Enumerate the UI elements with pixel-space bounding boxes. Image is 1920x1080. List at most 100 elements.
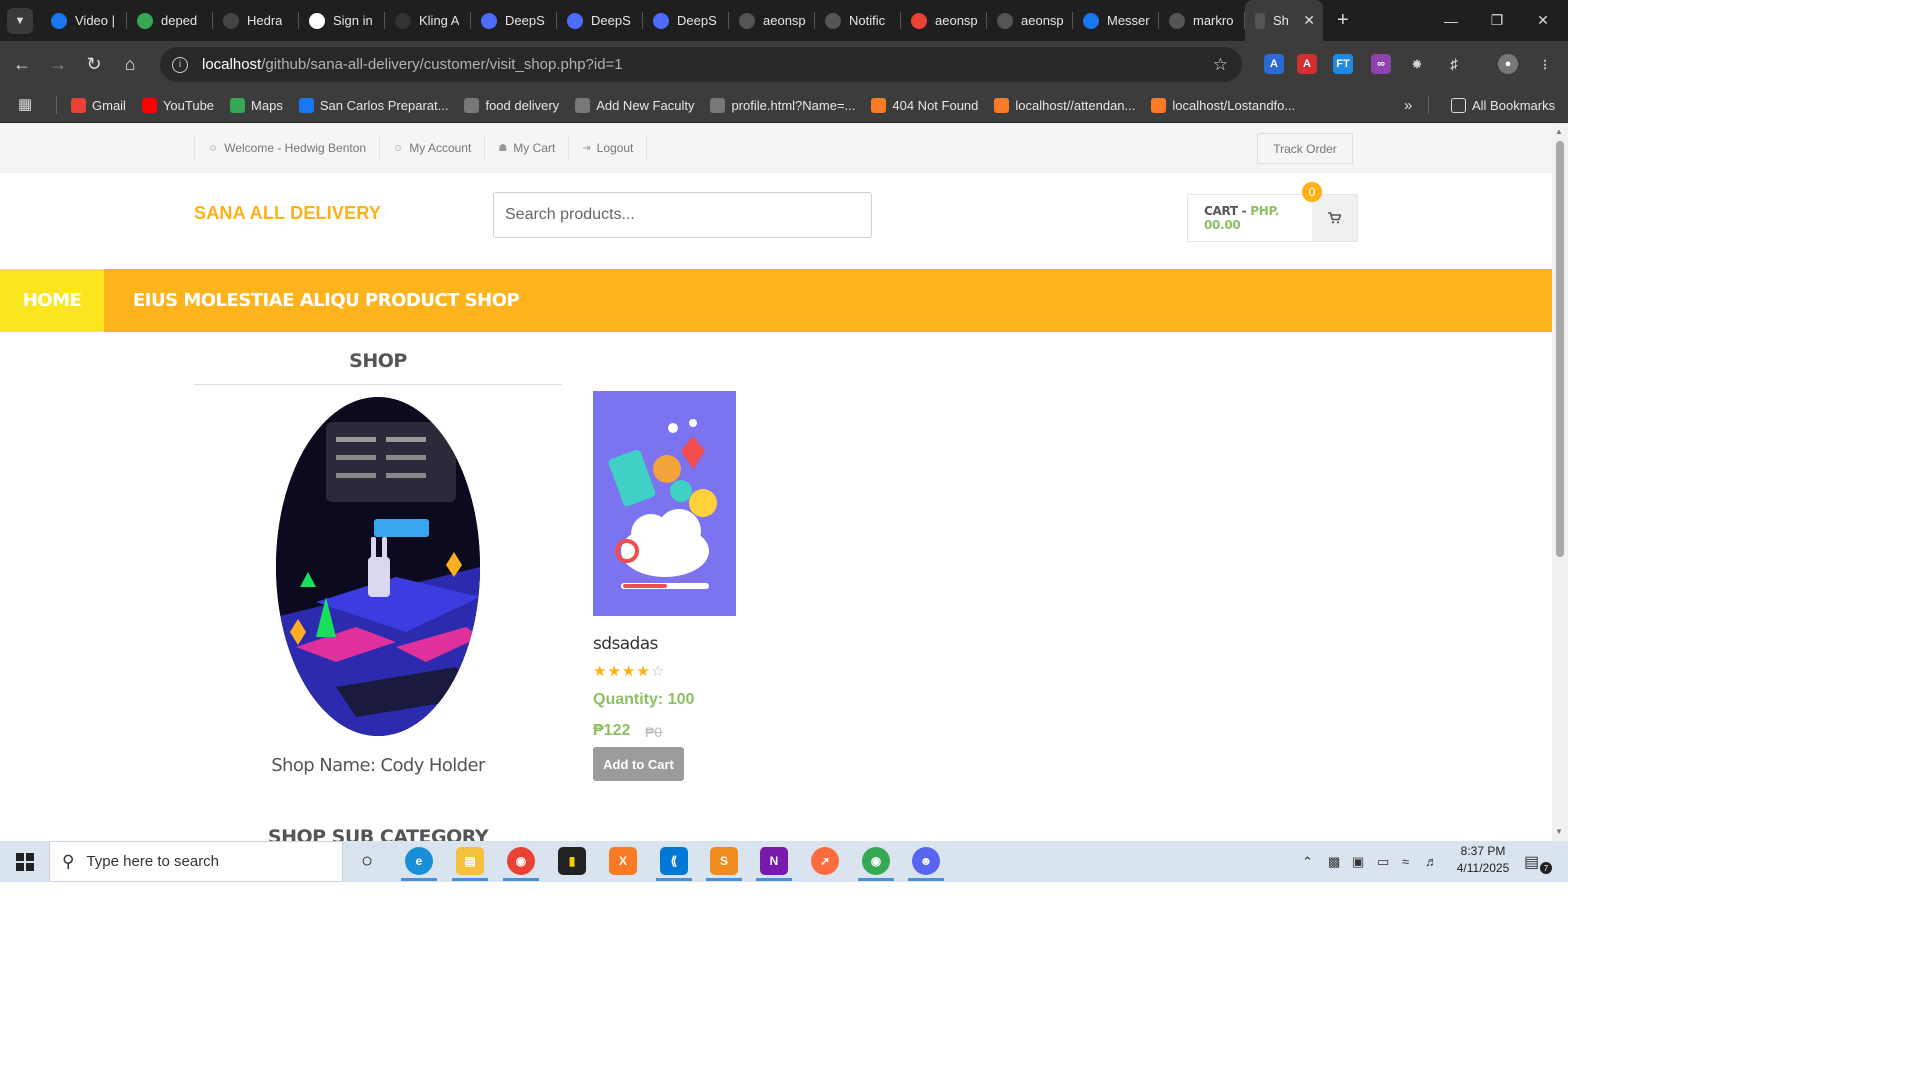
browser-tab[interactable]: deped bbox=[127, 0, 213, 41]
browser-tab[interactable]: markro bbox=[1159, 0, 1245, 41]
extension-pdf-icon[interactable]: A bbox=[1297, 54, 1317, 74]
browser-tab[interactable]: Sign in bbox=[299, 0, 385, 41]
extension-purple-icon[interactable]: ∞ bbox=[1371, 54, 1391, 74]
add-to-cart-button[interactable]: Add to Cart bbox=[593, 747, 684, 781]
minimize-button[interactable]: — bbox=[1428, 0, 1474, 41]
main-nav: HOME EIUS MOLESTIAE ALIQU PRODUCT SHOP bbox=[0, 269, 1552, 332]
address-bar[interactable]: i localhost/github/sana-all-delivery/cus… bbox=[160, 47, 1242, 82]
taskbar-search-input[interactable]: ⚲ Type here to search bbox=[49, 841, 343, 882]
scroll-up-icon[interactable]: ▲ bbox=[1555, 127, 1563, 136]
chrome-profile-icon[interactable]: ◉ bbox=[862, 847, 890, 875]
scroll-thumb[interactable] bbox=[1556, 141, 1564, 557]
nav-shop-link[interactable]: EIUS MOLESTIAE ALIQU PRODUCT SHOP bbox=[133, 290, 520, 311]
extension-ft-icon[interactable]: FT bbox=[1333, 54, 1353, 74]
reload-icon[interactable]: ↻ bbox=[76, 47, 112, 83]
browser-tab[interactable]: aeonsp bbox=[987, 0, 1073, 41]
bookmark-item[interactable]: Gmail bbox=[71, 97, 126, 113]
bookmark-label: Add New Faculty bbox=[596, 97, 695, 113]
bookmark-item[interactable]: food delivery bbox=[464, 97, 559, 113]
browser-tab[interactable]: aeonsp bbox=[729, 0, 815, 41]
tray-display-icon[interactable]: ▣ bbox=[1352, 841, 1364, 882]
cortana-icon[interactable]: ○ bbox=[353, 847, 381, 875]
extension-chatgpt-icon[interactable]: ❋ bbox=[1407, 54, 1427, 74]
browser-tab[interactable]: DeepS bbox=[471, 0, 557, 41]
vscode-icon[interactable]: ⟪ bbox=[660, 847, 688, 875]
tab-label: markro bbox=[1193, 13, 1234, 28]
browser-tab[interactable]: Messer bbox=[1073, 0, 1159, 41]
page-scrollbar[interactable]: ▲ ▼ bbox=[1552, 123, 1568, 841]
top-link[interactable]: ☗ My Cart bbox=[484, 135, 568, 161]
top-link[interactable]: ⇥ Logout bbox=[568, 135, 648, 161]
discord-icon[interactable]: ☻ bbox=[912, 847, 940, 875]
brand-logo[interactable]: SANA ALL DELIVERY bbox=[194, 203, 381, 224]
home-icon[interactable]: ⌂ bbox=[112, 47, 148, 83]
browser-tab[interactable]: Hedra bbox=[213, 0, 299, 41]
all-bookmarks-folder[interactable]: All Bookmarks bbox=[1451, 97, 1555, 113]
windows-start-icon[interactable] bbox=[0, 841, 49, 882]
bookmark-item[interactable]: 404 Not Found bbox=[871, 97, 978, 113]
tray-volume-icon[interactable]: ♬ bbox=[1425, 841, 1438, 882]
product-name[interactable]: sdsadas bbox=[593, 634, 658, 654]
browser-tab[interactable]: DeepS bbox=[643, 0, 729, 41]
notification-center-icon[interactable]: ▤ bbox=[1524, 841, 1539, 882]
browser-tab[interactable]: DeepS bbox=[557, 0, 643, 41]
tray-wifi-icon[interactable]: ≈ bbox=[1402, 841, 1409, 882]
extensions-puzzle-icon[interactable]: ♯ bbox=[1444, 54, 1464, 74]
close-tab-icon[interactable]: ✕ bbox=[1303, 12, 1315, 29]
site-info-icon[interactable]: i bbox=[172, 56, 188, 73]
sidebar-divider bbox=[194, 384, 562, 385]
nav-home-link[interactable]: HOME bbox=[0, 269, 104, 332]
tray-battery-icon[interactable]: ▭ bbox=[1377, 841, 1389, 882]
bookmark-item[interactable]: San Carlos Preparat... bbox=[298, 97, 448, 113]
sublime-icon[interactable]: S bbox=[710, 847, 738, 875]
scroll-down-icon[interactable]: ▼ bbox=[1555, 827, 1563, 836]
top-links: ☺ Welcome - Hedwig Benton ☺ My Account ☗ My C… bbox=[194, 135, 648, 161]
file-explorer-icon[interactable]: ▤ bbox=[456, 847, 484, 875]
restore-button[interactable]: ❐ bbox=[1474, 0, 1520, 41]
track-order-button[interactable]: Track Order bbox=[1257, 133, 1353, 164]
shop-sub-category-title: SHOP SUB CATEGORY bbox=[267, 826, 489, 841]
apps-grid-icon[interactable]: ▦ bbox=[18, 97, 34, 113]
taskbar-clock[interactable]: 8:37 PM 4/11/2025 bbox=[1448, 843, 1518, 877]
chrome-icon[interactable]: ◉ bbox=[507, 847, 535, 875]
search-input[interactable] bbox=[493, 192, 872, 238]
cart-icon[interactable] bbox=[1312, 195, 1357, 241]
browser-menu-icon[interactable]: ⋮ bbox=[1535, 54, 1555, 74]
product-image[interactable] bbox=[593, 391, 736, 616]
browser-tab[interactable]: Kling A bbox=[385, 0, 471, 41]
top-link[interactable]: ☺ My Account bbox=[379, 135, 484, 161]
edge-icon[interactable]: e bbox=[405, 847, 433, 875]
browser-tabstrip: ▼ Video | deped Hedra Sign in Kling A DeepS De… bbox=[0, 0, 1568, 41]
browser-tab[interactable]: Video | bbox=[41, 0, 127, 41]
forward-icon[interactable]: → bbox=[40, 47, 76, 83]
top-link[interactable]: ☺ Welcome - Hedwig Benton bbox=[194, 135, 379, 161]
globe-icon bbox=[575, 97, 591, 113]
bookmark-star-icon[interactable]: ☆ bbox=[1213, 55, 1228, 75]
google-drive-icon bbox=[137, 12, 153, 29]
more-bookmarks-icon[interactable]: » bbox=[1404, 97, 1412, 114]
bookmark-item[interactable]: localhost//attendan... bbox=[994, 97, 1135, 113]
bookmark-item[interactable]: Add New Faculty bbox=[575, 97, 695, 113]
extension-translate-icon[interactable]: A bbox=[1264, 54, 1284, 74]
browser-tab[interactable]: Notific bbox=[815, 0, 901, 41]
gmail-icon bbox=[71, 97, 86, 113]
postman-icon[interactable]: ➚ bbox=[811, 847, 839, 875]
browser-tab[interactable]: aeonsp bbox=[901, 0, 987, 41]
tray-chevron-icon[interactable]: ⌃ bbox=[1302, 841, 1313, 882]
profile-avatar-icon[interactable]: ● bbox=[1498, 54, 1518, 74]
bookmark-label: localhost/Lostandfo... bbox=[1172, 97, 1296, 113]
close-window-button[interactable]: ✕ bbox=[1520, 0, 1566, 41]
bookmark-item[interactable]: profile.html?Name=... bbox=[710, 97, 855, 113]
bookmark-item[interactable]: YouTube bbox=[141, 97, 214, 113]
xampp-icon[interactable]: X bbox=[609, 847, 637, 875]
tab-search-button[interactable]: ▼ bbox=[7, 7, 33, 34]
new-tab-button[interactable]: + bbox=[1337, 9, 1349, 32]
sticky-notes-icon[interactable]: ▮ bbox=[558, 847, 586, 875]
onenote-icon[interactable]: N bbox=[760, 847, 788, 875]
cart-widget[interactable]: CART - PHP. 00.00 bbox=[1187, 194, 1358, 242]
back-icon[interactable]: ← bbox=[4, 47, 40, 83]
tray-device-icon[interactable]: ▩ bbox=[1328, 841, 1340, 882]
bookmark-item[interactable]: Maps bbox=[230, 97, 283, 113]
active-tab[interactable]: Sh ✕ bbox=[1245, 0, 1323, 41]
bookmark-item[interactable]: localhost/Lostandfo... bbox=[1151, 97, 1296, 113]
